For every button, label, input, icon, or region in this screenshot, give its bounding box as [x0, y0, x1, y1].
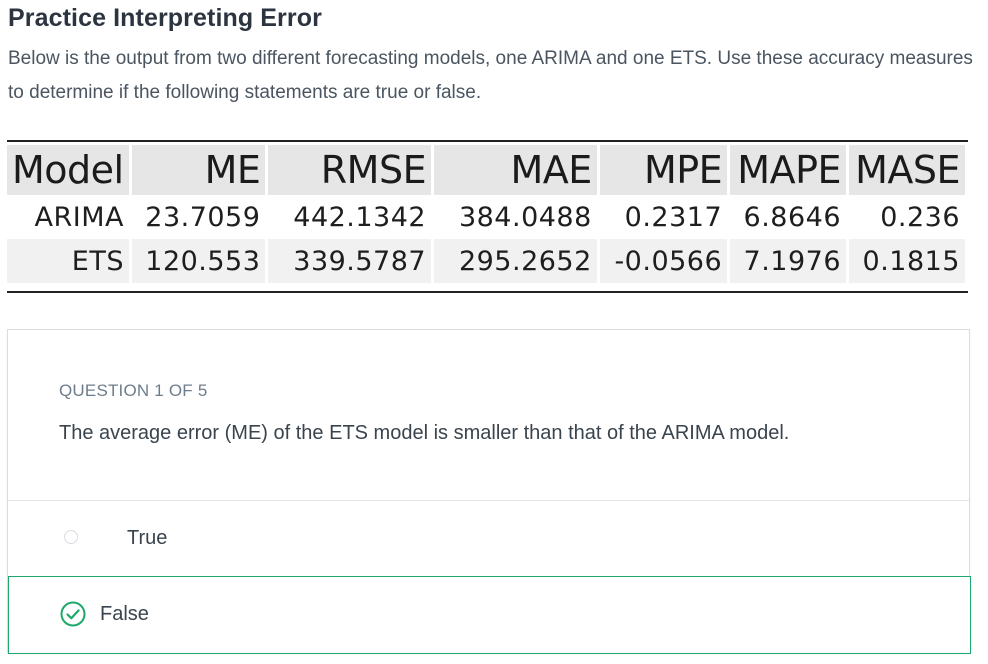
table-cell: 442.1342 [268, 195, 435, 239]
metrics-table: Model ME RMSE MAE MPE MAPE MASE ARIMA 23… [7, 145, 968, 283]
table-cell: 120.553 [131, 239, 269, 283]
table-cell: ARIMA [7, 195, 132, 239]
table-cell: 0.236 [849, 195, 968, 239]
option-label-true: True [127, 527, 168, 549]
table-cell: 0.1815 [849, 239, 968, 283]
table-row: ARIMA 23.7059 442.1342 384.0488 0.2317 6… [7, 195, 968, 239]
table-cell: 339.5787 [268, 239, 435, 283]
intro-text: Below is the output from two different f… [8, 48, 973, 103]
col-header-mpe: MPE [599, 145, 731, 195]
option-label-false: False [100, 603, 149, 625]
answer-option-false[interactable]: False [8, 576, 971, 654]
col-header-mase: MASE [849, 145, 968, 195]
table-header-row: Model ME RMSE MAE MPE MAPE MASE [7, 145, 968, 195]
accuracy-table: Model ME RMSE MAE MPE MAPE MASE ARIMA 23… [7, 140, 968, 293]
question-counter: QUESTION 1 OF 5 [59, 381, 208, 400]
col-header-mae: MAE [434, 145, 600, 195]
col-header-rmse: RMSE [268, 145, 435, 195]
table-cell: 295.2652 [434, 239, 600, 283]
table-cell: 6.8646 [730, 195, 850, 239]
page-title: Practice Interpreting Error [8, 4, 322, 32]
check-circle-icon [60, 601, 86, 627]
table-cell: 0.2317 [600, 195, 731, 239]
table-cell: 384.0488 [434, 195, 600, 239]
col-header-me: ME [131, 145, 269, 195]
table-cell: ETS [7, 239, 132, 283]
radio-empty-icon[interactable] [64, 530, 78, 544]
col-header-model: Model [7, 145, 132, 195]
table-cell: 23.7059 [132, 195, 269, 239]
table-row: ETS 120.553 339.5787 295.2652 -0.0566 7.… [7, 239, 968, 283]
table-cell: -0.0566 [599, 239, 731, 283]
question-text: The average error (ME) of the ETS model … [59, 422, 790, 444]
table-cell: 7.1976 [730, 239, 850, 283]
question-card: QUESTION 1 OF 5 The average error (ME) o… [7, 329, 971, 654]
answer-option-true[interactable]: True [8, 501, 969, 575]
col-header-mape: MAPE [730, 145, 850, 195]
